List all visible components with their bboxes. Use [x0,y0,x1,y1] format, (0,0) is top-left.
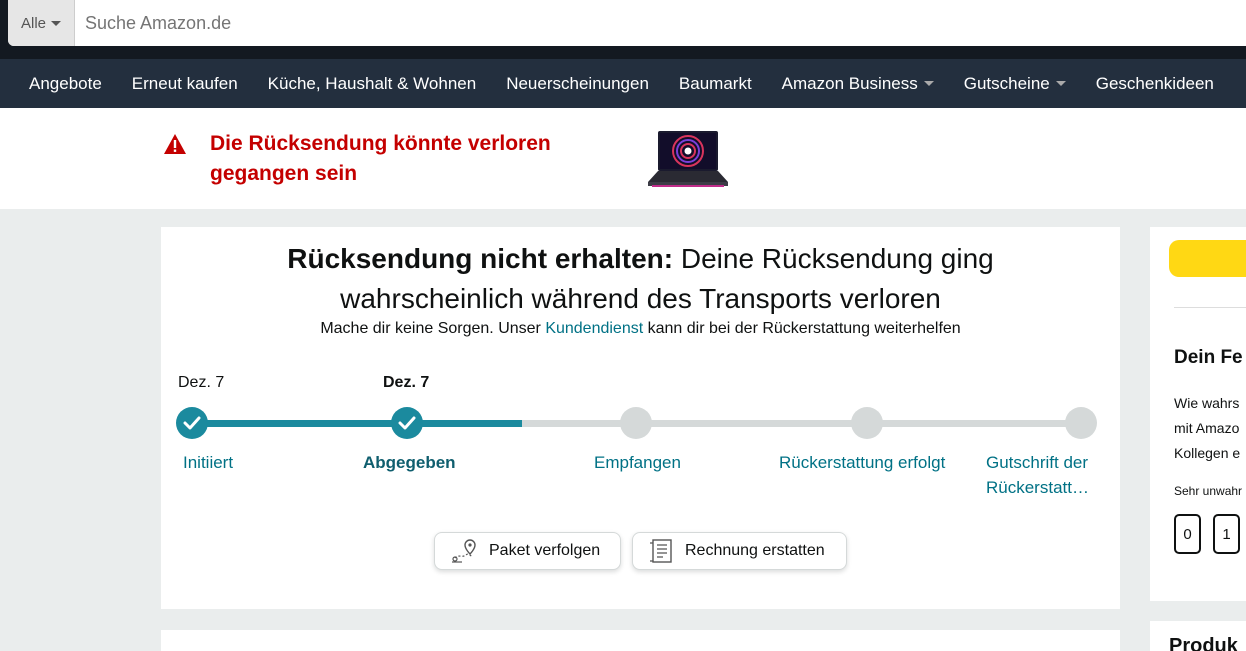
nav-item-label: Geschenkideen [1095,73,1214,93]
receipt-icon [650,539,672,563]
title-line-2: wahrscheinlich während des Transports ve… [340,283,941,314]
subtitle-after: kann dir bei der Rückerstattung weiterhe… [643,320,961,337]
progress-fill [192,420,522,427]
chevron-down-icon [51,20,61,26]
nav-item-label: Angebote [29,73,102,93]
nav-item-label: Baumarkt [678,73,752,93]
step-label-refund-issued: Rückerstattung erfolgt [779,453,946,472]
nav-item-label: Gutscheine [963,73,1050,93]
feedback-question: Wie wahrs mit Amazo Kollegen e [1174,391,1240,466]
alert-line-2: gegangen sein [210,162,358,185]
step-label-refund-credited: Gutschrift der Rückerstatt… [986,450,1089,500]
title-rest: Deine Rücksendung ging [673,243,994,274]
page-title: Rücksendung nicht erhalten: Deine Rückse… [161,239,1120,319]
product-panel-heading: Produk [1169,635,1238,651]
nav-item-label: Neuerscheinungen [506,73,649,93]
feedback-heading: Dein Fe [1174,347,1243,368]
product-panel: Produk [1150,621,1246,651]
nav-item-label: Küche, Haushalt & Wohnen [267,73,477,93]
feedback-line-1: Wie wahrs [1174,395,1240,411]
track-package-button[interactable]: Paket verfolgen [434,532,621,570]
search-category-label: Alle [20,14,46,32]
step-label-initiated: Initiiert [183,453,234,472]
step-dot-dropped-off [391,407,423,439]
nav-item-angebote[interactable]: Angebote [19,74,112,94]
step-date-initiated: Dez. 7 [178,374,225,391]
alert-message: Die Rücksendung könnte verloren gegangen… [210,129,610,189]
nav-item-label: Amazon Business [781,73,918,93]
step-label-line-2: Rückerstatt… [986,478,1089,497]
nav-item-kueche[interactable]: Küche, Haushalt & Wohnen [258,74,487,94]
subtitle-before: Mache dir keine Sorgen. Unser [320,320,546,337]
search-bar: Alle [8,0,1246,46]
search-input[interactable] [85,12,685,34]
nav-item-gutscheine[interactable]: Gutscheine [954,74,1076,94]
warning-icon [164,134,186,154]
customer-service-link[interactable]: Kundendienst [545,320,643,337]
subtitle: Mache dir keine Sorgen. Unser Kundendien… [161,320,1120,338]
nav-item-amazon-business[interactable]: Amazon Business [772,74,944,94]
feedback-line-2: mit Amazo [1174,420,1240,436]
feedback-line-3: Kollegen e [1174,445,1241,461]
scale-label-low: Sehr unwahr [1174,484,1243,498]
step-dot-refund-issued [851,407,883,439]
title-bold: Rücksendung nicht erhalten: [287,243,674,274]
step-label-received: Empfangen [594,453,681,472]
nav-item-geschenkideen[interactable]: Geschenkideen [1086,74,1224,94]
checkmark-icon [398,416,416,430]
nav-item-label: Erneut kaufen [131,73,238,93]
order-details-card [161,630,1120,651]
request-refund-button[interactable]: Rechnung erstatten [632,532,847,570]
divider [1174,307,1246,308]
nav-item-neuerscheinungen[interactable]: Neuerscheinungen [496,74,659,94]
nav-item-baumarkt[interactable]: Baumarkt [669,74,762,94]
product-thumbnail[interactable] [646,130,730,188]
alert-line-1: Die Rücksendung könnte verloren [210,132,551,155]
main-nav: Angebote Erneut kaufen Küche, Haushalt &… [0,59,1246,108]
checkmark-icon [183,416,201,430]
step-label-line-1: Gutschrift der [986,453,1089,472]
feedback-panel: Dein Fe Wie wahrs mit Amazo Kollegen e S… [1150,227,1246,601]
primary-action-button[interactable] [1169,240,1246,277]
step-date-dropped-off: Dez. 7 [383,374,430,391]
rating-option-1[interactable]: 1 [1213,514,1240,554]
chevron-down-icon [1055,81,1066,86]
top-bar: Alle [0,0,1246,59]
location-pin-icon [452,539,476,563]
rating-option-0[interactable]: 0 [1174,514,1201,554]
track-package-label: Paket verfolgen [489,542,601,559]
step-dot-received [620,407,652,439]
step-dot-refund-credited [1065,407,1097,439]
alert-banner [0,108,1246,209]
chevron-down-icon [923,81,934,86]
step-label-dropped-off: Abgegeben [363,453,456,472]
step-dot-initiated [176,407,208,439]
search-category-dropdown[interactable]: Alle [8,0,75,46]
request-refund-label: Rechnung erstatten [685,542,825,559]
nav-item-erneut-kaufen[interactable]: Erneut kaufen [122,74,248,94]
